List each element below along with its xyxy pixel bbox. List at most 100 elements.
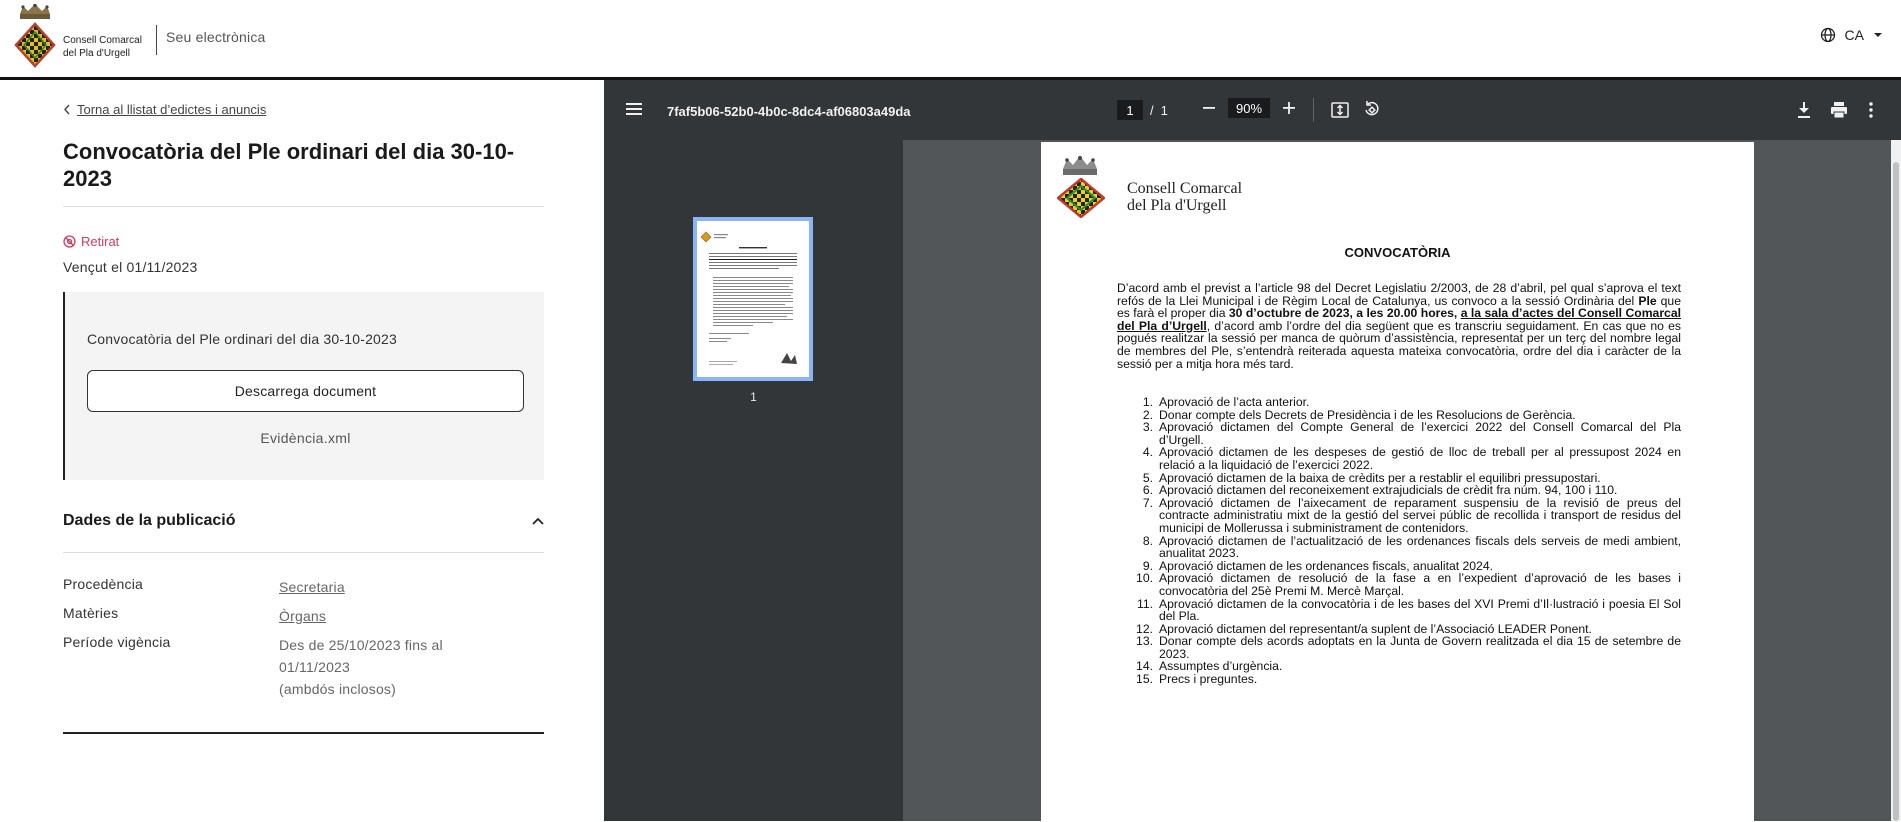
pdf-intro-paragraph: D’acord amb el previst a l’article 98 de… xyxy=(1117,282,1681,370)
shield-icon xyxy=(1057,178,1105,218)
chevron-left-icon xyxy=(64,104,70,115)
fit-page-icon[interactable] xyxy=(1331,101,1349,119)
plus-icon[interactable] xyxy=(1282,101,1296,115)
site-header: Consell Comarcal del Pla d'Urgell Seu el… xyxy=(0,0,1901,80)
zoom-controls xyxy=(1202,98,1296,118)
page-separator: / xyxy=(1150,102,1154,118)
agenda-item: 8. Aprovació dictamen de l’actualització … xyxy=(1117,533,1681,561)
brand-divider xyxy=(156,25,157,55)
pdf-text: D’acord amb el previst a l’article 98 de… xyxy=(1117,281,1681,308)
shield-icon xyxy=(14,22,56,68)
pdf-filename: 7faf5b06-52b0-4b0c-8dc4-af06803a49da xyxy=(667,104,911,119)
zoom-input[interactable] xyxy=(1228,98,1270,118)
brand-line-2: del Pla d'Urgell xyxy=(63,48,130,59)
meta-label: Període vigència xyxy=(63,634,171,650)
subjects-link[interactable]: Òrgans xyxy=(279,605,326,627)
agenda-item: 10. Aprovació dictamen de resolució de la… xyxy=(1117,572,1681,597)
globe-icon xyxy=(1820,27,1835,43)
document-card: Convocatòria del Ple ordinari del dia 30… xyxy=(63,292,544,480)
menu-icon[interactable] xyxy=(626,102,642,116)
status-label: Retirat xyxy=(81,234,120,249)
meta-label: Procedència xyxy=(63,576,144,592)
crown-icon xyxy=(20,4,50,19)
agenda-item-number: 4. xyxy=(1142,445,1153,460)
back-link[interactable]: Torna al llistat d’edictes i anuncis xyxy=(63,102,266,117)
agenda-item-text: Donar compte dels acords adoptats en la … xyxy=(1159,634,1681,661)
agenda-item-number: 10. xyxy=(1136,571,1153,586)
brand-line-1: Consell Comarcal xyxy=(63,35,142,46)
page-title: Convocatòria del Ple ordinari del dia 30… xyxy=(63,139,515,191)
page-thumbnail[interactable] xyxy=(693,217,813,381)
agenda-item-number: 7. xyxy=(1142,495,1153,510)
evidence-link[interactable]: Evidència.xml xyxy=(65,430,546,446)
publication-data-heading: Dades de la publicació xyxy=(63,512,236,529)
status-badge: Retirat xyxy=(63,234,119,249)
expiry-date: Vençut el 01/11/2023 xyxy=(63,259,198,275)
agenda-item: 4. Aprovació dictamen de les despeses de … xyxy=(1117,446,1681,471)
agenda-item-number: 8. xyxy=(1142,533,1153,548)
print-icon[interactable] xyxy=(1830,101,1848,119)
agenda-item-text: Aprovació dictamen de la convocatòria i … xyxy=(1159,596,1681,624)
divider xyxy=(63,552,544,553)
agenda-item-text: Aprovació dictamen del Compte General de… xyxy=(1159,420,1681,447)
meta-label: Matèries xyxy=(63,605,119,621)
scrollbar-thumb[interactable] xyxy=(1893,162,1899,821)
pdf-viewer: 7faf5b06-52b0-4b0c-8dc4-af06803a49da / 1 xyxy=(604,80,1901,822)
divider xyxy=(63,732,544,734)
page-navigator: / 1 xyxy=(1117,100,1168,120)
validity-line: Des de 25/10/2023 fins al xyxy=(279,637,443,653)
rotate-icon[interactable] xyxy=(1363,100,1381,118)
pdf-heading: CONVOCATÒRIA xyxy=(1344,245,1451,260)
pdf-brand-line: Consell Comarcal xyxy=(1127,180,1243,197)
agenda-item-text: Aprovació dictamen de resolució de la fa… xyxy=(1159,571,1681,598)
agenda-item: 13. Donar compte dels acords adoptats en … xyxy=(1117,635,1681,660)
agenda-item: 15. Precs i preguntes. xyxy=(1117,673,1681,686)
agenda-item-number: 15. xyxy=(1136,672,1153,687)
pdf-brand-line: del Pla d'Urgell xyxy=(1127,197,1227,214)
agenda-item-text: Aprovació dictamen de les despeses de ge… xyxy=(1159,445,1681,472)
toolbar-divider xyxy=(1313,98,1314,122)
thumbnail-preview xyxy=(697,221,809,377)
pdf-brand-name: Consell Comarcal del Pla d'Urgell xyxy=(1127,180,1242,214)
page-total: 1 xyxy=(1160,102,1168,118)
agenda-item-number: 11. xyxy=(1136,596,1153,611)
thumbnail-sidebar: 1 xyxy=(604,140,903,821)
caret-down-icon xyxy=(1874,33,1882,37)
download-icon[interactable] xyxy=(1796,101,1812,119)
agenda-item: 3. Aprovació dictamen del Compte General … xyxy=(1117,421,1681,446)
minus-icon[interactable] xyxy=(1202,101,1216,115)
agenda-item-number: 3. xyxy=(1142,420,1153,435)
agenda-item-number: 1. xyxy=(1142,395,1153,409)
validity-line: (ambdós inclosos) xyxy=(279,681,396,697)
divider xyxy=(63,206,544,207)
publication-data-toggle[interactable]: Dades de la publicació xyxy=(63,512,544,530)
origin-link[interactable]: Secretaria xyxy=(279,576,345,598)
agenda-item: 11. Aprovació dictamen de la convocatòria… xyxy=(1117,596,1681,624)
validity-line: 01/11/2023 xyxy=(279,659,351,675)
pdf-toolbar: 7faf5b06-52b0-4b0c-8dc4-af06803a49da / 1 xyxy=(604,80,1901,140)
page-number-input[interactable] xyxy=(1117,100,1143,120)
brand-name: Consell Comarcal del Pla d'Urgell xyxy=(63,34,142,60)
thumbnail-page-number: 1 xyxy=(750,390,757,404)
pdf-page: Consell Comarcal del Pla d'Urgell CONVOC… xyxy=(1041,142,1754,822)
agenda-list: 1. Aprovació de l’acta anterior. 2. Donar c… xyxy=(1117,396,1681,686)
more-vert-icon[interactable] xyxy=(1868,101,1874,119)
edict-detail-panel: Torna al llistat d’edictes i anuncis Con… xyxy=(0,80,604,821)
agenda-item-number: 6. xyxy=(1142,483,1153,498)
crown-icon xyxy=(1063,156,1097,175)
agenda-item-text: Aprovació dictamen de l’actualització de… xyxy=(1159,533,1681,561)
language-code: CA xyxy=(1844,27,1864,43)
site-subtitle[interactable]: Seu electrònica xyxy=(166,29,266,45)
logo[interactable] xyxy=(10,4,58,70)
document-card-title: Convocatòria del Ple ordinari del dia 30… xyxy=(87,331,398,347)
eye-off-icon xyxy=(63,235,76,248)
validity-period: Des de 25/10/2023 fins al 01/11/2023 (am… xyxy=(279,634,443,700)
chevron-up-icon xyxy=(532,517,544,525)
agenda-item-text: Aprovació dictamen de l’aixecament de re… xyxy=(1159,495,1681,535)
agenda-item: 7. Aprovació dictamen de l’aixecament de … xyxy=(1117,495,1681,535)
download-document-button[interactable]: Descarrega document xyxy=(87,370,524,412)
language-selector[interactable]: CA xyxy=(1820,27,1883,43)
back-link-label: Torna al llistat d’edictes i anuncis xyxy=(77,102,267,117)
agenda-item-text: Precs i preguntes. xyxy=(1159,672,1258,687)
agenda-item-number: 13. xyxy=(1136,634,1153,649)
